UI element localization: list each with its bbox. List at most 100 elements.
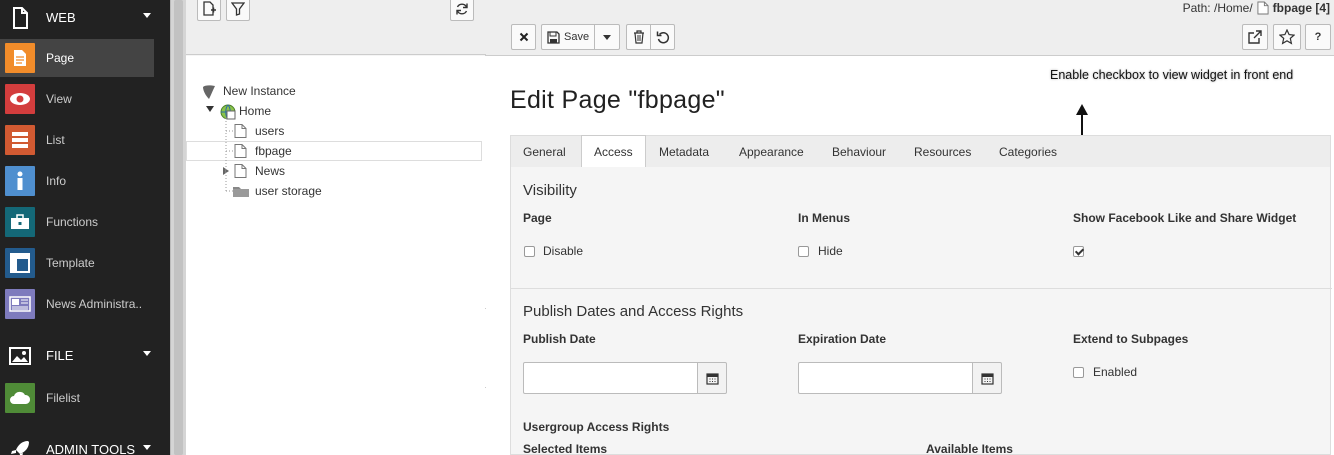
folder-icon xyxy=(233,187,249,197)
module-group-label: WEB xyxy=(46,10,76,25)
save-icon xyxy=(547,30,560,44)
module-menu-scrollbar[interactable] xyxy=(170,0,186,455)
tree-node-root[interactable]: New Instance xyxy=(202,81,402,101)
help-icon: ? xyxy=(1314,31,1322,43)
template-icon xyxy=(5,248,35,278)
module-item-page[interactable]: Page xyxy=(0,39,154,77)
breadcrumb-path[interactable]: Path: /Home/ xyxy=(1183,1,1253,15)
tree-node-label: user storage xyxy=(255,184,322,198)
breadcrumb-current: fbpage [4] xyxy=(1272,1,1330,15)
eye-icon xyxy=(5,84,35,114)
tab-label: Metadata xyxy=(659,144,710,159)
tree-node-home[interactable]: Home xyxy=(204,101,404,121)
help-button[interactable]: ? xyxy=(1305,24,1331,50)
module-item-label: Page xyxy=(46,51,75,65)
refresh-icon xyxy=(456,3,468,15)
expiration-date-picker-button[interactable] xyxy=(973,362,1002,394)
tab-label: General xyxy=(523,144,566,159)
page-title: Edit Page "fbpage" xyxy=(510,86,725,114)
chevron-down-icon xyxy=(143,445,151,450)
hide-checkbox[interactable] xyxy=(798,246,809,257)
module-group-file[interactable]: FILE xyxy=(0,338,170,374)
page-icon xyxy=(234,124,247,138)
annotation-text: Enable checkbox to view widget in front … xyxy=(1050,68,1294,82)
field-label-fb-widget: Show Facebook Like and Share Widget xyxy=(1073,211,1297,225)
page-tree-panel: New Instance Home users fbpage News user… xyxy=(186,0,486,455)
section-divider xyxy=(511,288,1332,289)
save-button-label: Save xyxy=(564,31,590,43)
module-item-filelist[interactable]: Filelist xyxy=(0,379,154,417)
undo-button[interactable] xyxy=(650,24,675,50)
new-page-button[interactable] xyxy=(197,0,221,21)
disable-checkbox[interactable] xyxy=(524,246,535,257)
briefcase-icon xyxy=(5,207,35,237)
typo3-icon xyxy=(203,85,215,99)
field-label-in-menus: In Menus xyxy=(798,211,851,225)
tab-metadata[interactable]: Metadata xyxy=(647,135,721,168)
module-item-label: Info xyxy=(46,174,67,188)
scrollbar-thumb[interactable] xyxy=(174,0,183,455)
fb-widget-checkbox[interactable] xyxy=(1073,246,1084,257)
module-item-list[interactable]: List xyxy=(0,121,154,159)
section-visibility-title: Visibility xyxy=(523,182,577,199)
module-item-news-administration[interactable]: News Administra.. xyxy=(0,285,154,323)
refresh-tree-button[interactable] xyxy=(450,0,474,21)
chevron-down-icon xyxy=(603,34,611,40)
page-tree: New Instance Home users fbpage News user… xyxy=(186,56,486,455)
extend-to-subpages-checkbox[interactable] xyxy=(1073,367,1084,378)
field-label-extend-to-subpages: Extend to Subpages xyxy=(1073,332,1189,346)
collapse-arrow-icon[interactable] xyxy=(206,106,214,112)
page-tree-toolbar xyxy=(186,0,486,55)
field-label-publish-date: Publish Date xyxy=(523,332,596,346)
rocket-icon xyxy=(11,441,29,455)
close-icon xyxy=(519,32,528,42)
tree-node-label: Home xyxy=(239,104,272,118)
publish-date-picker-button[interactable] xyxy=(698,362,727,394)
page-icon xyxy=(5,43,35,73)
module-item-label: Template xyxy=(46,256,95,270)
section-publish-title: Publish Dates and Access Rights xyxy=(523,303,744,320)
module-item-view[interactable]: View xyxy=(0,80,154,118)
available-items-label: Available Items xyxy=(926,442,1013,455)
module-group-admin-tools[interactable]: ADMIN TOOLS xyxy=(0,432,170,455)
access-panel: Visibility Page Disable In Menus Hide Sh… xyxy=(510,167,1332,455)
external-link-icon xyxy=(1248,30,1262,44)
bookmark-button[interactable] xyxy=(1273,24,1301,50)
save-button[interactable]: Save xyxy=(541,24,595,50)
hide-label: Hide xyxy=(818,244,843,258)
tab-appearance[interactable]: Appearance xyxy=(727,135,816,168)
tab-resources[interactable]: Resources xyxy=(902,135,983,168)
delete-button[interactable] xyxy=(626,24,651,50)
tab-label: Categories xyxy=(999,144,1058,159)
page-icon xyxy=(1257,1,1269,15)
save-options-dropdown[interactable] xyxy=(594,24,620,50)
module-item-info[interactable]: Info xyxy=(0,162,154,200)
tree-node-label: users xyxy=(255,124,285,138)
tab-behaviour[interactable]: Behaviour xyxy=(820,135,898,168)
breadcrumb: Path: /Home/ fbpage [4] xyxy=(1183,1,1330,15)
field-label-usergroup-access: Usergroup Access Rights xyxy=(523,420,670,434)
module-item-template[interactable]: Template xyxy=(0,244,154,282)
expand-arrow-icon[interactable] xyxy=(223,167,229,175)
open-in-new-window-button[interactable] xyxy=(1242,24,1268,50)
tab-general[interactable]: General xyxy=(511,135,578,168)
tree-node-news[interactable]: News xyxy=(221,161,421,181)
chevron-down-icon xyxy=(143,351,151,356)
tree-node-user-storage[interactable]: user storage xyxy=(233,181,434,201)
tree-node-users[interactable]: users xyxy=(234,121,434,141)
filter-button[interactable] xyxy=(226,0,250,21)
tab-categories[interactable]: Categories xyxy=(987,135,1069,168)
document-icon xyxy=(13,7,28,29)
publish-date-input[interactable] xyxy=(523,362,698,394)
info-icon xyxy=(5,166,35,196)
tree-node-fbpage[interactable]: fbpage xyxy=(186,141,482,161)
module-item-label: Filelist xyxy=(46,391,81,405)
image-icon xyxy=(9,347,31,365)
close-button[interactable] xyxy=(511,24,536,50)
tab-bar: General Access Metadata Appearance Behav… xyxy=(510,135,1331,169)
module-item-functions[interactable]: Functions xyxy=(0,203,154,241)
tab-access[interactable]: Access xyxy=(581,135,646,169)
module-group-web[interactable]: WEB xyxy=(0,0,170,36)
expiration-date-input[interactable] xyxy=(798,362,973,394)
tab-label: Resources xyxy=(914,144,972,159)
